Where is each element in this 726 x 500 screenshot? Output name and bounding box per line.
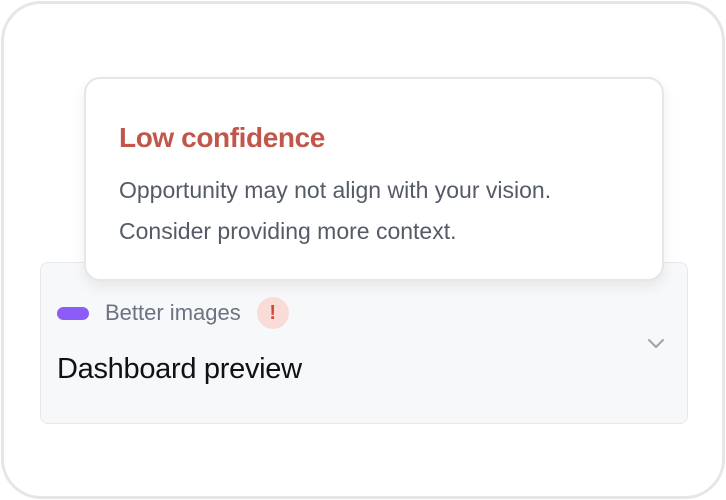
tooltip-title: Low confidence [119, 122, 325, 153]
pill-icon [57, 306, 89, 320]
chevron-down-icon[interactable] [645, 333, 667, 355]
low-confidence-tooltip: Low confidence Opportunity may not align… [84, 77, 664, 281]
warning-glyph: ! [269, 301, 277, 324]
tag-row: Better images ! [57, 297, 289, 329]
tooltip-line: Opportunity may not align with your visi… [119, 177, 552, 203]
card-title: Dashboard preview [57, 353, 302, 385]
tooltip-body: Opportunity may not align with your visi… [119, 170, 649, 252]
chevron-path [648, 339, 664, 348]
tooltip-line: Consider providing more context. [119, 218, 457, 244]
tag-label: Better images [105, 300, 241, 325]
warning-icon[interactable]: ! [256, 297, 289, 329]
opportunity-card[interactable]: Better images ! Dashboard preview [40, 262, 688, 424]
